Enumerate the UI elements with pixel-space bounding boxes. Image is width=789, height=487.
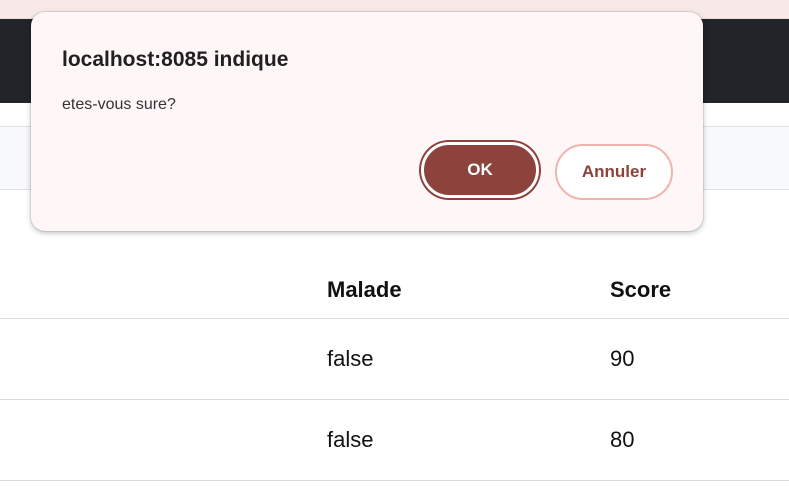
table-cell-score: 80 [610,399,789,481]
table-cell-score: 90 [610,318,789,400]
table-cell-malade: false [327,318,610,400]
patients-table: Malade Score false 90 false 80 [0,262,789,481]
table-cell [0,318,327,400]
table-header-score: Score [610,262,789,319]
page: Malade Score false 90 false 80 localhost… [0,0,789,487]
table-header-row: Malade Score [0,262,789,319]
ok-button[interactable]: OK [421,142,539,198]
dialog-title: localhost:8085 indique [62,48,289,71]
table-cell [0,399,327,481]
table-row: false 90 [0,318,789,400]
table-header-malade: Malade [327,262,610,319]
table-row: false 80 [0,399,789,481]
table-cell-malade: false [327,399,610,481]
table-header-cell [0,262,327,319]
cancel-button[interactable]: Annuler [555,144,673,200]
confirm-dialog: localhost:8085 indique etes-vous sure? O… [31,12,703,231]
dialog-message: etes-vous sure? [62,96,176,113]
